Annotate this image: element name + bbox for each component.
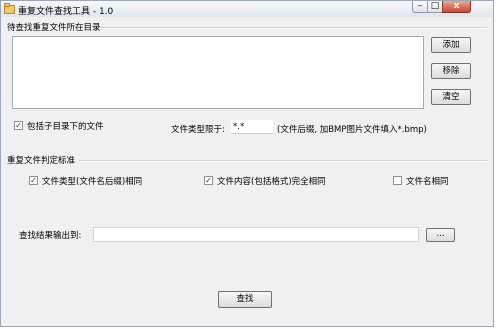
section-divider <box>79 160 487 162</box>
file-type-label: 文件类型限于: <box>171 125 225 135</box>
main-window: 重复文件查找工具 - 1.0 – □ x 待查找重复文件所在目录 添加 移除 清… <box>0 0 494 327</box>
output-label: 查找结果输出到: <box>19 231 82 241</box>
file-type-same-checkbox[interactable]: ✓ <box>29 176 38 185</box>
app-icon <box>4 3 15 14</box>
content-same-checkbox[interactable]: ✓ <box>204 176 213 185</box>
browse-button[interactable]: ... <box>426 228 455 242</box>
title-bar[interactable]: 重复文件查找工具 - 1.0 – □ x <box>1 1 493 17</box>
content-same-label: 文件内容(包括格式)完全相同 <box>217 177 326 187</box>
name-same-checkbox[interactable] <box>393 176 402 185</box>
close-button[interactable]: x <box>442 1 471 13</box>
maximize-button[interactable]: □ <box>427 1 443 13</box>
window-title: 重复文件查找工具 - 1.0 <box>18 7 114 17</box>
file-type-same-label: 文件类型(文件名后缀)相同 <box>42 177 143 187</box>
file-type-input[interactable]: *.* <box>231 120 273 134</box>
criteria-section-label: 重复文件判定标准 <box>7 156 76 166</box>
include-subdirs-label: 包括子目录下的文件 <box>27 122 104 132</box>
minimize-button[interactable]: – <box>412 1 428 13</box>
clear-button[interactable]: 清空 <box>431 89 471 105</box>
output-path-input[interactable] <box>93 227 419 242</box>
file-type-hint: (文件后缀, 加BMP图片文件填入*.bmp) <box>277 125 427 135</box>
file-type-value: *.* <box>233 122 245 132</box>
search-button[interactable]: 查找 <box>218 291 272 308</box>
directory-listbox[interactable] <box>12 36 424 109</box>
include-subdirs-checkbox[interactable]: ✓ <box>14 121 23 130</box>
section-divider <box>99 27 487 29</box>
remove-button[interactable]: 移除 <box>431 63 471 79</box>
name-same-label: 文件名相同 <box>406 177 449 187</box>
directory-section-label: 待查找重复文件所在目录 <box>7 23 101 33</box>
add-button[interactable]: 添加 <box>431 37 471 53</box>
